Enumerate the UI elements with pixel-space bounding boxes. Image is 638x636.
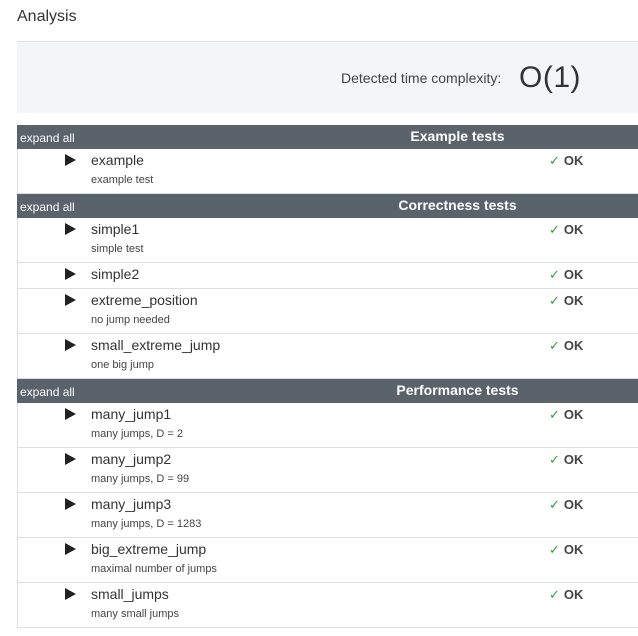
test-name: many_jump3 xyxy=(91,496,172,512)
complexity-summary: Detected time complexity: O(1) xyxy=(17,41,638,113)
expand-arrow-icon[interactable] xyxy=(65,453,76,465)
test-description: many small jumps xyxy=(91,608,180,620)
status-label: OK xyxy=(563,542,584,557)
group-title: Correctness tests xyxy=(398,197,517,213)
test-result: ✓ OK xyxy=(549,293,583,309)
page-title: Analysis xyxy=(17,8,77,25)
group-title: Performance tests xyxy=(396,382,519,398)
expand-arrow-icon[interactable] xyxy=(65,339,76,351)
test-description: one big jump xyxy=(91,359,154,371)
test-row[interactable]: simple1 simple test ✓ OK xyxy=(17,218,638,263)
test-name: many_jump2 xyxy=(91,451,172,467)
expand-arrow-icon[interactable] xyxy=(65,408,76,420)
expand-arrow-icon[interactable] xyxy=(65,498,76,510)
test-name: simple2 xyxy=(91,266,140,282)
test-result: ✓ OK xyxy=(549,452,583,468)
group-header-example: expand all Example tests xyxy=(17,125,638,149)
test-description: many jumps, D = 1283 xyxy=(91,518,202,530)
test-result: ✓ OK xyxy=(549,338,583,354)
group-title: Example tests xyxy=(410,128,505,144)
status-label: OK xyxy=(563,267,584,282)
expand-arrow-icon[interactable] xyxy=(65,223,76,235)
status-label: OK xyxy=(563,222,584,237)
check-icon: ✓ xyxy=(549,407,560,422)
check-icon: ✓ xyxy=(549,338,560,353)
test-row[interactable]: many_jump2 many jumps, D = 99 ✓ OK xyxy=(17,448,638,493)
test-row[interactable]: example example test ✓ OK xyxy=(17,149,638,194)
test-description: simple test xyxy=(91,243,144,255)
check-icon: ✓ xyxy=(549,587,560,602)
test-name: small_extreme_jump xyxy=(91,337,221,353)
test-results: expand all Example tests example example… xyxy=(17,125,638,628)
test-name: big_extreme_jump xyxy=(91,541,207,557)
test-description: example test xyxy=(91,174,154,186)
test-row[interactable]: small_jumps many small jumps ✓ OK xyxy=(17,583,638,628)
status-label: OK xyxy=(563,587,584,602)
group-header-correctness: expand all Correctness tests xyxy=(17,194,638,218)
check-icon: ✓ xyxy=(549,452,560,467)
group-header-performance: expand all Performance tests xyxy=(17,379,638,403)
test-description: maximal number of jumps xyxy=(91,563,217,575)
test-row[interactable]: simple2 ✓ OK xyxy=(17,263,638,289)
status-label: OK xyxy=(563,338,584,353)
check-icon: ✓ xyxy=(549,222,560,237)
expand-arrow-icon[interactable] xyxy=(65,543,76,555)
status-label: OK xyxy=(563,452,584,467)
test-result: ✓ OK xyxy=(549,542,583,558)
expand-arrow-icon[interactable] xyxy=(65,294,76,306)
test-name: extreme_position xyxy=(91,292,198,308)
complexity-value: O(1) xyxy=(519,61,581,94)
check-icon: ✓ xyxy=(549,153,560,168)
test-row[interactable]: big_extreme_jump maximal number of jumps… xyxy=(17,538,638,583)
complexity-label: Detected time complexity: xyxy=(341,70,502,86)
test-description: no jump needed xyxy=(91,314,170,326)
status-label: OK xyxy=(563,407,584,422)
test-name: simple1 xyxy=(91,221,140,237)
test-result: ✓ OK xyxy=(549,153,583,169)
expand-arrow-icon[interactable] xyxy=(65,268,76,280)
test-description: many jumps, D = 2 xyxy=(91,428,184,440)
test-result: ✓ OK xyxy=(549,267,583,283)
check-icon: ✓ xyxy=(549,293,560,308)
test-result: ✓ OK xyxy=(549,407,583,423)
status-label: OK xyxy=(563,293,584,308)
test-row[interactable]: many_jump1 many jumps, D = 2 ✓ OK xyxy=(17,403,638,448)
test-result: ✓ OK xyxy=(549,222,583,238)
test-row[interactable]: small_extreme_jump one big jump ✓ OK xyxy=(17,334,638,379)
test-name: many_jump1 xyxy=(91,406,172,422)
check-icon: ✓ xyxy=(549,267,560,282)
test-name: small_jumps xyxy=(91,586,169,602)
check-icon: ✓ xyxy=(549,497,560,512)
test-row[interactable]: extreme_position no jump needed ✓ OK xyxy=(17,289,638,334)
check-icon: ✓ xyxy=(549,542,560,557)
expand-arrow-icon[interactable] xyxy=(65,154,76,166)
test-row[interactable]: many_jump3 many jumps, D = 1283 ✓ OK xyxy=(17,493,638,538)
test-description: many jumps, D = 99 xyxy=(91,473,190,485)
status-label: OK xyxy=(563,497,584,512)
expand-arrow-icon[interactable] xyxy=(65,588,76,600)
test-result: ✓ OK xyxy=(549,497,583,513)
test-name: example xyxy=(91,152,144,168)
status-label: OK xyxy=(563,153,584,168)
test-result: ✓ OK xyxy=(549,587,583,603)
